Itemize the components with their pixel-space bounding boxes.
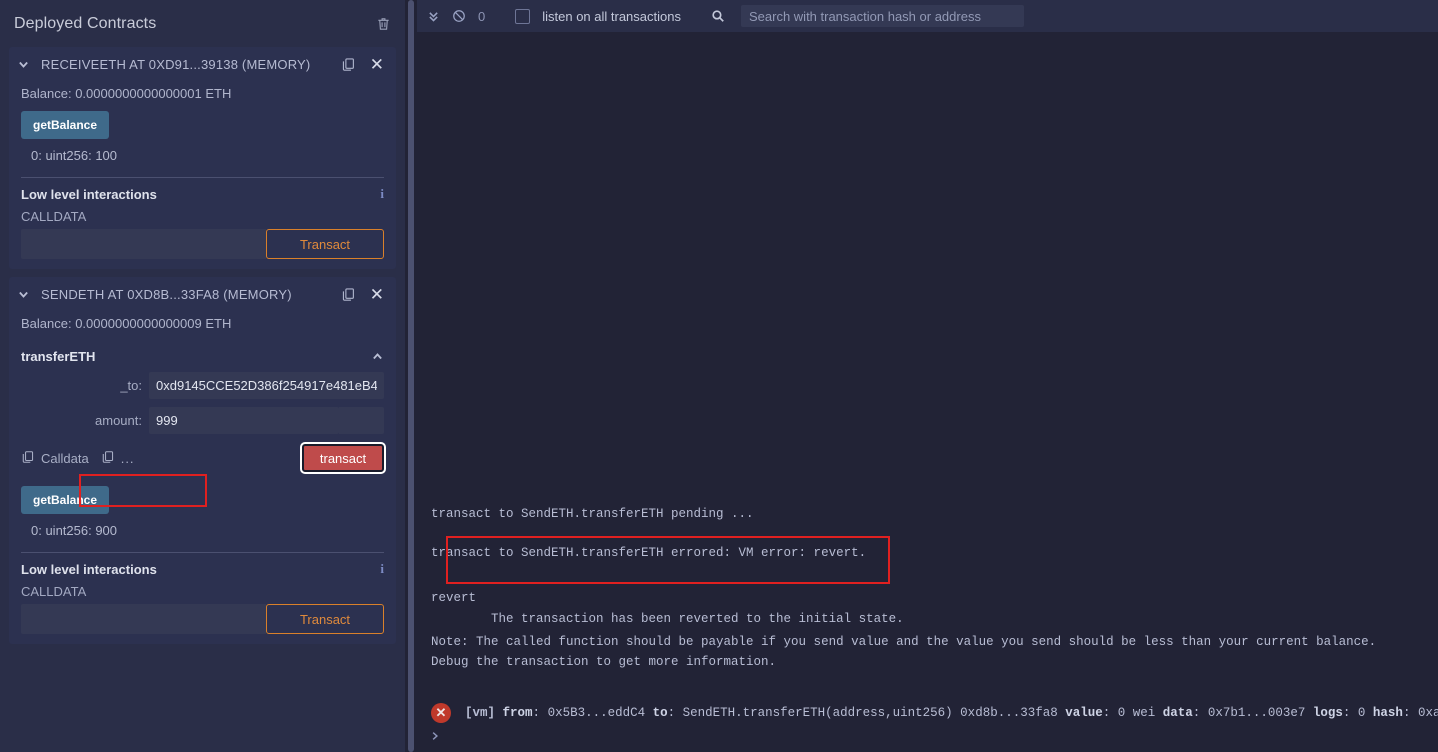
revert-block: revert The transaction has been reverted… xyxy=(431,582,1424,632)
panel-header: Deployed Contracts xyxy=(0,0,405,47)
copy-parameters-button[interactable]: ... xyxy=(101,450,135,467)
param-row-amount: amount: xyxy=(21,407,384,434)
chevron-down-icon[interactable] xyxy=(17,58,31,71)
double-chevron-down-icon[interactable] xyxy=(427,10,440,23)
chevron-right-icon[interactable] xyxy=(429,730,441,746)
revert-detail: The transaction has been reverted to the… xyxy=(431,611,904,626)
log-line: transact to SendETH.transferETH errored:… xyxy=(431,545,867,560)
calldata-row: Transact xyxy=(9,604,396,634)
calldata-label: CALLDATA xyxy=(21,584,87,599)
contract-name: RECEIVEETH AT 0XD91...39138 (MEMORY) xyxy=(41,56,311,72)
page-title: Deployed Contracts xyxy=(14,14,157,32)
function-header[interactable]: transferETH xyxy=(21,349,384,364)
ban-icon[interactable] xyxy=(452,9,466,23)
close-icon[interactable]: ✕ xyxy=(366,286,388,303)
calldata-label: CALLDATA xyxy=(21,209,87,224)
terminal-body: transact to SendETH.transferETH pending … xyxy=(417,32,1438,752)
low-level-interactions-header: Low level interactions i xyxy=(9,178,396,202)
get-balance-button[interactable]: getBalance xyxy=(21,486,110,514)
copy-calldata-button[interactable]: Calldata xyxy=(21,450,89,467)
from-label: from xyxy=(502,706,533,721)
contract-card-receiveeth: RECEIVEETH AT 0XD91...39138 (MEMORY) ✕ B… xyxy=(9,47,396,269)
info-icon[interactable]: i xyxy=(380,186,384,202)
search-input[interactable] xyxy=(740,5,1024,27)
contract-card-sendeth: SENDETH AT 0XD8B...33FA8 (MEMORY) ✕ Bala… xyxy=(9,277,396,644)
param-label-to: _to: xyxy=(120,378,142,393)
copy-icon[interactable] xyxy=(341,287,356,302)
value-value: 0 wei xyxy=(1117,706,1156,721)
contract-header[interactable]: RECEIVEETH AT 0XD91...39138 (MEMORY) ✕ xyxy=(9,47,396,81)
get-balance-button[interactable]: getBalance xyxy=(21,111,110,139)
param-label-amount: amount: xyxy=(95,413,142,428)
contract-balance: Balance: 0.0000000000000009 ETH xyxy=(21,316,232,331)
panel-resize-handle[interactable] xyxy=(405,0,417,752)
search-icon[interactable] xyxy=(711,9,725,23)
data-value: 0x7b1...003e7 xyxy=(1207,706,1306,721)
terminal-log: transact to SendETH.transferETH pending … xyxy=(431,504,1438,724)
note-line: Note: The called function should be paya… xyxy=(431,634,1377,649)
contract-balance: Balance: 0.0000000000000001 ETH xyxy=(21,86,232,101)
function-name: transferETH xyxy=(21,349,96,364)
error-icon: ✕ xyxy=(431,703,451,724)
call-result: 0: uint256: 100 xyxy=(31,148,118,163)
contract-name: SENDETH AT 0XD8B...33FA8 (MEMORY) xyxy=(41,286,292,302)
transaction-row[interactable]: ✕ [vm] from: 0x5B3...eddC4 to: SendETH.t… xyxy=(431,703,1438,724)
logs-value: 0 xyxy=(1357,706,1366,721)
logs-label: logs xyxy=(1312,706,1343,721)
call-result: 0: uint256: 900 xyxy=(31,523,118,538)
param-input-amount[interactable] xyxy=(149,407,339,434)
vm-tag: [vm] xyxy=(465,706,496,721)
chevron-up-icon[interactable] xyxy=(371,350,384,363)
copy-calldata-label: Calldata xyxy=(41,450,89,466)
close-icon[interactable]: ✕ xyxy=(366,56,388,73)
info-icon[interactable]: i xyxy=(380,561,384,577)
function-actions: Calldata ... transact xyxy=(21,442,386,474)
chevron-down-icon[interactable] xyxy=(17,288,31,301)
from-value: 0x5B3...eddC4 xyxy=(547,706,646,721)
hash-value: 0xa94...e99a3 xyxy=(1417,706,1438,721)
to-value: SendETH.transferETH(address,uint256) 0xd… xyxy=(682,706,1058,721)
contract-header[interactable]: SENDETH AT 0XD8B...33FA8 (MEMORY) ✕ xyxy=(9,277,396,311)
terminal-panel: 0 listen on all transactions transact to… xyxy=(417,0,1438,752)
param-spacer xyxy=(339,407,384,434)
copy-parameters-label: ... xyxy=(120,450,135,466)
transact-function-button[interactable]: transact xyxy=(300,442,386,474)
pending-count: 0 xyxy=(478,8,486,24)
calldata-input[interactable] xyxy=(21,604,266,634)
param-input-to[interactable] xyxy=(149,372,384,399)
listen-all-transactions-label: listen on all transactions xyxy=(542,8,681,24)
hash-label: hash xyxy=(1372,706,1403,721)
contracts-list: RECEIVEETH AT 0XD91...39138 (MEMORY) ✕ B… xyxy=(0,47,405,752)
log-line: transact to SendETH.transferETH pending … xyxy=(431,507,754,521)
calldata-row: Transact xyxy=(9,229,396,259)
calldata-input[interactable] xyxy=(21,229,266,259)
copy-icon xyxy=(21,450,35,467)
function-transfereth: transferETH _to: amount: xyxy=(9,341,396,474)
transact-button[interactable]: Transact xyxy=(266,604,384,634)
transact-button[interactable]: Transact xyxy=(266,229,384,259)
copy-icon xyxy=(101,450,115,467)
revert-title: revert xyxy=(431,590,477,605)
low-level-interactions-header: Low level interactions i xyxy=(9,553,396,577)
panel-divider-bar[interactable] xyxy=(408,0,414,752)
trash-icon[interactable] xyxy=(376,16,391,32)
param-row-to: _to: xyxy=(21,372,384,399)
listen-all-transactions-checkbox[interactable] xyxy=(515,8,531,24)
terminal-toolbar: 0 listen on all transactions xyxy=(417,0,1438,32)
copy-icon[interactable] xyxy=(341,57,356,72)
data-label: data xyxy=(1162,706,1193,721)
transaction-summary: [vm] from: 0x5B3...eddC4 to: SendETH.tra… xyxy=(465,706,1438,720)
to-label: to xyxy=(652,706,668,721)
deployed-contracts-panel: Deployed Contracts RECEIVEETH AT 0XD91..… xyxy=(0,0,405,752)
low-level-interactions-title: Low level interactions xyxy=(21,561,157,577)
value-label: value xyxy=(1065,706,1103,721)
low-level-interactions-title: Low level interactions xyxy=(21,186,157,202)
note-line: Debug the transaction to get more inform… xyxy=(431,655,777,670)
